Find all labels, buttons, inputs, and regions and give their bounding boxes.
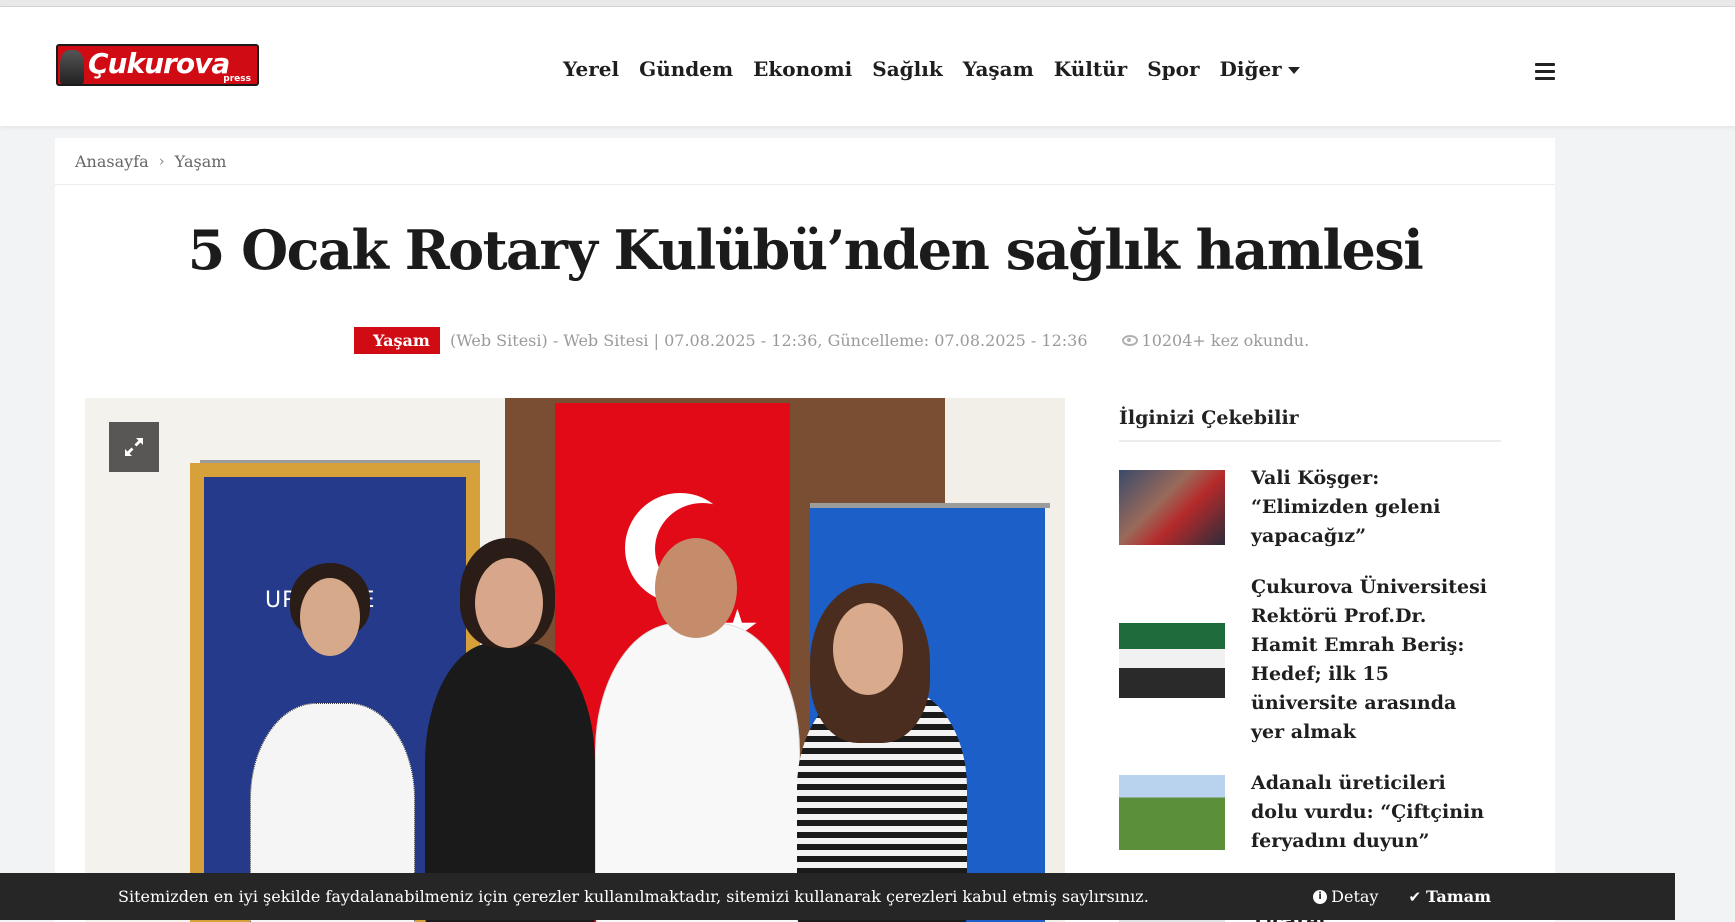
- info-icon: i: [1313, 889, 1328, 904]
- related-title[interactable]: Adanalı üreticileri dolu vurdu: “Çiftçin…: [1251, 769, 1491, 856]
- nav-kultur[interactable]: Kültür: [1044, 51, 1137, 91]
- related-thumbnail: [1119, 622, 1225, 698]
- category-badge[interactable]: Yaşam: [354, 327, 440, 354]
- menu-icon[interactable]: [1535, 63, 1555, 81]
- nav-yasam[interactable]: Yaşam: [953, 51, 1044, 91]
- logo-portrait: [60, 50, 84, 84]
- article-card: Anasayfa › Yaşam 5 Ocak Rotary Kulübü’nd…: [55, 138, 1555, 922]
- nav-spor[interactable]: Spor: [1137, 51, 1209, 91]
- nav-gundem[interactable]: Gündem: [629, 51, 743, 91]
- browser-top-strip: [0, 0, 1735, 7]
- site-logo[interactable]: Çukurova press: [56, 44, 259, 86]
- related-title[interactable]: Çukurova Üniversitesi Rektörü Prof.Dr. H…: [1251, 573, 1491, 747]
- related-item[interactable]: Vali Köşger: “Elimizden geleni yapacağız…: [1119, 464, 1501, 551]
- cookie-banner: Sitemizden en iyi şekilde faydalanabilme…: [0, 873, 1675, 920]
- nav-ekonomi[interactable]: Ekonomi: [743, 51, 862, 91]
- cookie-detail-button[interactable]: i Detay: [1313, 887, 1378, 906]
- cookie-message: Sitemizden en iyi şekilde faydalanabilme…: [118, 887, 1149, 906]
- logo-subtext: press: [223, 74, 251, 84]
- breadcrumb-home[interactable]: Anasayfa: [75, 152, 149, 171]
- nav-diger-dropdown[interactable]: Diğer: [1210, 51, 1310, 91]
- cookie-accept-button[interactable]: ✔ Tamam: [1408, 887, 1491, 906]
- chevron-down-icon: [1287, 67, 1300, 74]
- related-item[interactable]: Çukurova Üniversitesi Rektörü Prof.Dr. H…: [1119, 573, 1501, 747]
- expand-icon[interactable]: [109, 422, 159, 472]
- chevron-right-icon: ›: [158, 152, 165, 170]
- article-meta: Yaşam (Web Sitesi) - Web Sitesi | 07.08.…: [354, 327, 1309, 354]
- cookie-detail-label: Detay: [1331, 887, 1379, 906]
- related-sidebar: İlginizi Çekebilir Vali Köşger: “Elimizd…: [1119, 398, 1501, 922]
- related-thumbnail: [1119, 775, 1225, 850]
- article-title: 5 Ocak Rotary Kulübü’nden sağlık hamlesi: [187, 218, 1424, 282]
- nav-yerel[interactable]: Yerel: [553, 51, 629, 91]
- breadcrumb: Anasayfa › Yaşam: [55, 138, 1555, 185]
- sidebar-title: İlginizi Çekebilir: [1119, 398, 1501, 442]
- breadcrumb-current[interactable]: Yaşam: [175, 152, 227, 171]
- nav-saglik[interactable]: Sağlık: [862, 51, 952, 91]
- view-count: 10204+ kez okundu.: [1121, 331, 1310, 350]
- nav-diger-label: Diğer: [1219, 57, 1282, 81]
- view-count-text: 10204+ kez okundu.: [1141, 331, 1310, 350]
- article-source-date: (Web Sitesi) - Web Sitesi | 07.08.2025 -…: [450, 331, 1088, 350]
- site-header: Çukurova press Yerel Gündem Ekonomi Sağl…: [0, 7, 1735, 126]
- related-item[interactable]: Adanalı üreticileri dolu vurdu: “Çiftçin…: [1119, 769, 1501, 856]
- cookie-accept-label: Tamam: [1426, 887, 1491, 906]
- main-nav: Yerel Gündem Ekonomi Sağlık Yaşam Kültür…: [553, 51, 1310, 91]
- logo-text: Çukurova: [88, 47, 230, 80]
- article-photo[interactable]: UR 2 LGE ★: [85, 398, 1065, 922]
- check-icon: ✔: [1408, 887, 1422, 906]
- related-title[interactable]: Vali Köşger: “Elimizden geleni yapacağız…: [1251, 464, 1491, 551]
- related-thumbnail: [1119, 470, 1225, 545]
- eye-icon: [1121, 335, 1138, 346]
